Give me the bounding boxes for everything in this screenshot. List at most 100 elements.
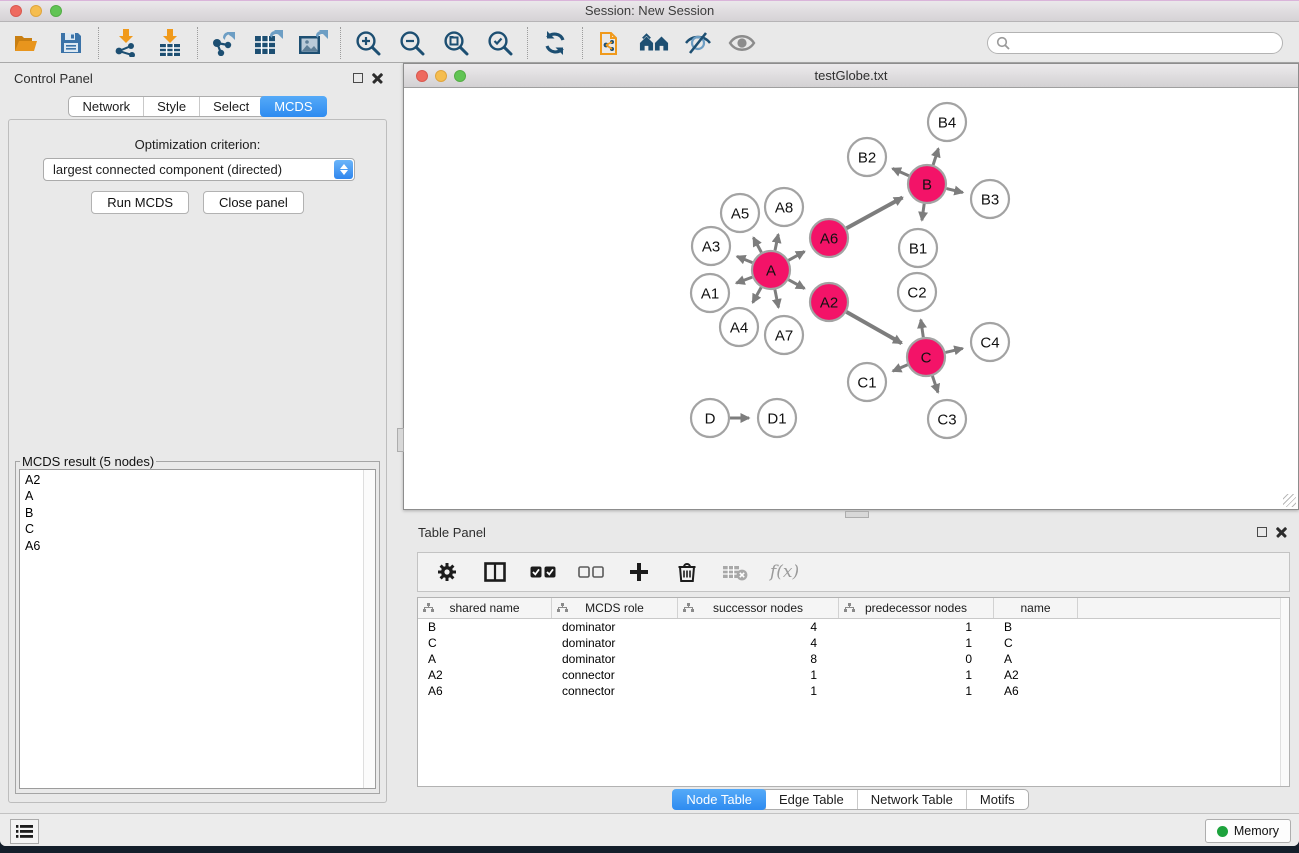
hide-selected-icon[interactable] — [683, 28, 713, 58]
delete-columns-trash-icon[interactable] — [674, 559, 700, 585]
column-header-name[interactable]: name — [994, 598, 1078, 618]
export-table-icon[interactable] — [254, 28, 284, 58]
show-column-icon[interactable] — [482, 559, 508, 585]
mcds-result-item[interactable]: B — [25, 505, 375, 521]
graph-edge-B-B3[interactable] — [947, 189, 963, 193]
graph-node-B4[interactable]: B4 — [928, 103, 966, 141]
graph-edge-A2-C[interactable] — [846, 312, 901, 343]
table-cell[interactable]: 1 — [839, 667, 994, 683]
graph-node-D1[interactable]: D1 — [758, 399, 796, 437]
deselect-all-rows-icon[interactable] — [578, 559, 604, 585]
graph-edge-C-C4[interactable] — [946, 348, 963, 352]
table-cell[interactable]: B — [418, 619, 552, 635]
mcds-list-scrollbar[interactable] — [363, 470, 375, 788]
tab-motifs[interactable]: Motifs — [966, 790, 1028, 809]
graph-edge-C-C3[interactable] — [932, 376, 938, 393]
tab-select[interactable]: Select — [199, 97, 262, 116]
graph-edge-A-A5[interactable] — [753, 238, 761, 253]
table-cell[interactable]: 4 — [678, 635, 839, 651]
export-network-icon[interactable] — [210, 28, 240, 58]
table-cell[interactable]: A6 — [418, 683, 552, 699]
table-row[interactable]: Bdominator41B — [418, 619, 1289, 635]
graph-edge-A-A1[interactable] — [736, 277, 752, 283]
column-header-shared-name[interactable]: shared name — [418, 598, 552, 618]
graph-edge-A-A2[interactable] — [789, 280, 805, 289]
task-history-button[interactable] — [10, 819, 39, 844]
mcds-result-item[interactable]: A — [25, 488, 375, 504]
table-cell[interactable]: 1 — [839, 635, 994, 651]
mcds-result-item[interactable]: C — [25, 521, 375, 537]
table-cell[interactable]: 1 — [678, 667, 839, 683]
graph-edge-A-A3[interactable] — [737, 256, 752, 262]
delete-table-icon[interactable] — [722, 559, 748, 585]
refresh-icon[interactable] — [540, 28, 570, 58]
mcds-result-item[interactable]: A2 — [25, 472, 375, 488]
table-cell[interactable]: dominator — [552, 651, 678, 667]
graph-node-A1[interactable]: A1 — [691, 274, 729, 312]
search-field[interactable] — [987, 32, 1283, 54]
network-window-titlebar[interactable]: testGlobe.txt — [404, 64, 1298, 88]
table-scrollbar[interactable] — [1280, 598, 1289, 786]
graph-edge-A6-B[interactable] — [847, 198, 903, 229]
graph-node-A3[interactable]: A3 — [692, 227, 730, 265]
graph-node-D[interactable]: D — [691, 399, 729, 437]
mcds-result-list[interactable]: A2ABCA6 — [19, 469, 376, 789]
table-cell[interactable]: 8 — [678, 651, 839, 667]
new-network-from-selection-icon[interactable] — [595, 28, 625, 58]
table-cell[interactable]: C — [994, 635, 1078, 651]
import-network-icon[interactable] — [111, 28, 141, 58]
graph-node-A[interactable]: A — [752, 251, 790, 289]
table-cell[interactable]: dominator — [552, 635, 678, 651]
graph-node-A8[interactable]: A8 — [765, 188, 803, 226]
show-all-icon[interactable] — [727, 28, 757, 58]
fit-content-icon[interactable] — [441, 28, 471, 58]
run-mcds-button[interactable]: Run MCDS — [91, 191, 189, 214]
tab-node-table[interactable]: Node Table — [672, 789, 766, 810]
column-header-MCDS-role[interactable]: MCDS role — [552, 598, 678, 618]
optimization-criterion-select[interactable]: largest connected component (directed) — [43, 158, 355, 181]
graph-node-C[interactable]: C — [907, 338, 945, 376]
table-cell[interactable]: 1 — [839, 683, 994, 699]
zoom-in-icon[interactable] — [353, 28, 383, 58]
mcds-result-item[interactable]: A6 — [25, 538, 375, 554]
zoom-out-icon[interactable] — [397, 28, 427, 58]
table-cell[interactable]: dominator — [552, 619, 678, 635]
select-all-rows-icon[interactable] — [530, 559, 556, 585]
table-cell[interactable]: C — [418, 635, 552, 651]
table-row[interactable]: Adominator80A — [418, 651, 1289, 667]
graph-node-A4[interactable]: A4 — [720, 308, 758, 346]
graph-node-A7[interactable]: A7 — [765, 316, 803, 354]
column-header-predecessor-nodes[interactable]: predecessor nodes — [839, 598, 994, 618]
table-cell[interactable]: A6 — [994, 683, 1078, 699]
zoom-selected-icon[interactable] — [485, 28, 515, 58]
import-table-icon[interactable] — [155, 28, 185, 58]
table-cell[interactable]: A — [418, 651, 552, 667]
column-header-successor-nodes[interactable]: successor nodes — [678, 598, 839, 618]
save-session-icon[interactable] — [56, 28, 86, 58]
graph-edge-B-B4[interactable] — [933, 149, 938, 165]
graph-node-C2[interactable]: C2 — [898, 273, 936, 311]
table-row[interactable]: Cdominator41C — [418, 635, 1289, 651]
graph-edge-C-C2[interactable] — [921, 320, 924, 338]
table-cell[interactable]: connector — [552, 683, 678, 699]
memory-button[interactable]: Memory — [1205, 819, 1291, 843]
table-cell[interactable]: A2 — [418, 667, 552, 683]
tab-edge-table[interactable]: Edge Table — [765, 790, 857, 809]
table-cell[interactable]: connector — [552, 667, 678, 683]
close-panel-icon[interactable] — [372, 72, 383, 83]
table-cell[interactable]: A — [994, 651, 1078, 667]
close-table-panel-icon[interactable] — [1276, 526, 1287, 537]
graph-edge-B-B1[interactable] — [922, 204, 924, 221]
graph-node-A6[interactable]: A6 — [810, 219, 848, 257]
search-input[interactable] — [1010, 36, 1274, 50]
table-cell[interactable]: 0 — [839, 651, 994, 667]
graph-edge-A-A4[interactable] — [753, 287, 762, 302]
close-panel-button[interactable]: Close panel — [203, 191, 304, 214]
create-column-icon[interactable] — [626, 559, 652, 585]
graph-node-B2[interactable]: B2 — [848, 138, 886, 176]
function-builder-icon[interactable]: f(x) — [770, 562, 799, 582]
table-row[interactable]: A2connector11A2 — [418, 667, 1289, 683]
graph-node-C4[interactable]: C4 — [971, 323, 1009, 361]
table-cell[interactable]: 1 — [839, 619, 994, 635]
tab-style[interactable]: Style — [143, 97, 199, 116]
